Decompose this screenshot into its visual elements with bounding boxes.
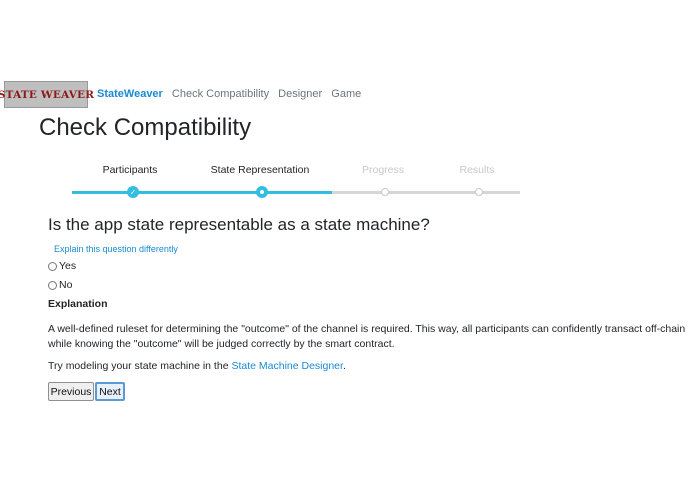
progress-bar-remaining: [332, 191, 520, 194]
explanation-heading: Explanation: [48, 298, 108, 310]
explanation-body: A well-defined ruleset for determining t…: [48, 323, 686, 350]
option-no[interactable]: No: [48, 279, 72, 291]
progress-bar-completed: [72, 191, 332, 194]
step-label-state-representation: State Representation: [210, 164, 310, 176]
dot-icon: [256, 186, 268, 198]
explain-differently-link[interactable]: Explain this question differently: [54, 244, 178, 254]
designer-hint: Try modeling your state machine in the S…: [48, 360, 346, 372]
page-title: Check Compatibility: [39, 114, 252, 141]
option-yes[interactable]: Yes: [48, 260, 76, 272]
radio-yes[interactable]: [48, 261, 57, 271]
step-label-participants: Participants: [102, 164, 158, 176]
circle-icon: [381, 188, 389, 196]
logo-text: STATE WEAVER: [0, 88, 95, 101]
option-yes-label: Yes: [59, 260, 77, 272]
step-label-progress: Progress: [361, 164, 405, 176]
radio-no[interactable]: [48, 280, 57, 290]
check-icon: ✓: [127, 186, 139, 198]
state-machine-designer-link[interactable]: State Machine Designer: [231, 360, 342, 372]
hint-suffix: .: [342, 360, 346, 372]
nav-brand[interactable]: StateWeaver: [97, 88, 163, 100]
step-label-results: Results: [459, 164, 495, 176]
nav-link-designer[interactable]: Designer: [278, 88, 322, 100]
option-no-label: No: [59, 279, 73, 291]
nav-link-check-compatibility[interactable]: Check Compatibility: [172, 88, 269, 100]
hint-prefix: Try modeling your state machine in the: [48, 360, 232, 372]
question-text: Is the app state representable as a stat…: [48, 215, 430, 234]
previous-button[interactable]: Previous: [48, 382, 94, 401]
circle-icon: [475, 188, 483, 196]
app-logo[interactable]: STATE WEAVER: [0, 81, 94, 108]
next-button[interactable]: Next: [95, 382, 125, 401]
navbar: StateWeaver Check Compatibility Designer…: [97, 88, 367, 100]
nav-link-game[interactable]: Game: [331, 88, 361, 100]
